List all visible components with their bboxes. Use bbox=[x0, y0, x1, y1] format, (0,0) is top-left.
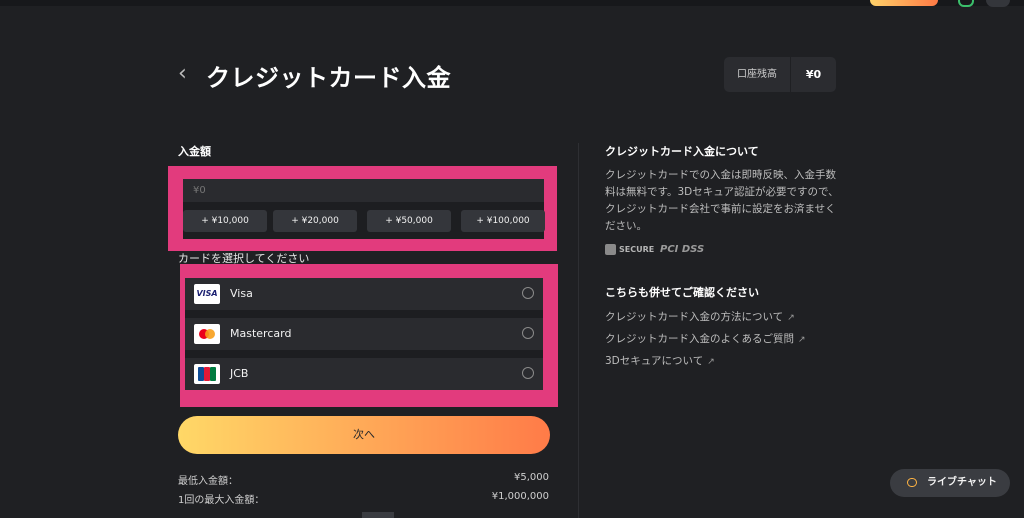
chat-bubble-icon bbox=[907, 478, 917, 487]
min-deposit-value: ¥5,000 bbox=[514, 472, 549, 483]
top-action-button[interactable] bbox=[870, 0, 938, 6]
mastercard-logo-icon bbox=[194, 324, 220, 344]
mastercard-circle-yellow bbox=[205, 329, 215, 339]
shield-icon bbox=[605, 244, 616, 255]
quick-add-20000-button[interactable]: + ¥20,000 bbox=[273, 210, 357, 232]
max-deposit-value: ¥1,000,000 bbox=[491, 491, 549, 502]
column-divider bbox=[578, 143, 579, 518]
jcb-logo-icon bbox=[194, 364, 220, 384]
card-name: JCB bbox=[230, 367, 249, 380]
radio-jcb[interactable] bbox=[522, 367, 534, 379]
pci-dss-badge: PCI DSS bbox=[660, 244, 705, 255]
link-deposit-method[interactable]: クレジットカード入金の方法について ↗ bbox=[605, 309, 795, 324]
link-text: 3Dセキュアについて bbox=[605, 355, 704, 367]
live-chat-label: ライブチャット bbox=[927, 477, 997, 488]
radio-visa[interactable] bbox=[522, 287, 534, 299]
balance-value: ¥0 bbox=[805, 68, 822, 81]
amount-input[interactable] bbox=[183, 179, 544, 202]
balance-label: 口座残高 bbox=[737, 69, 777, 80]
live-chat-button[interactable]: ライブチャット bbox=[890, 469, 1010, 497]
info-title: クレジットカード入金について bbox=[605, 145, 759, 158]
card-option-mastercard[interactable]: Mastercard bbox=[185, 318, 543, 350]
max-deposit-label: 1回の最大入金額： bbox=[178, 495, 265, 506]
scroll-handle[interactable] bbox=[362, 512, 394, 518]
link-deposit-faq[interactable]: クレジットカード入金のよくあるご質問 ↗ bbox=[605, 331, 806, 346]
card-option-jcb[interactable]: JCB bbox=[185, 358, 543, 390]
amount-section: + ¥10,000 + ¥20,000 + ¥50,000 + ¥100,000 bbox=[183, 179, 545, 239]
card-option-visa[interactable]: VISA Visa bbox=[185, 278, 543, 310]
external-link-icon: ↗ bbox=[707, 357, 715, 367]
external-link-icon: ↗ bbox=[798, 335, 806, 345]
info-body: クレジットカードでの入金は即時反映、入金手数料は無料です。3Dセキュア認証が必要… bbox=[605, 169, 839, 232]
user-menu-icon[interactable] bbox=[986, 0, 1010, 7]
balance-display: 口座残高 ¥0 bbox=[724, 57, 836, 92]
chevron-left-icon[interactable]: ‹ bbox=[178, 62, 187, 86]
quick-add-10000-button[interactable]: + ¥10,000 bbox=[183, 210, 267, 232]
link-text: クレジットカード入金のよくあるご質問 bbox=[605, 333, 794, 345]
next-button[interactable]: 次へ bbox=[178, 416, 550, 454]
page-title: クレジットカード入金 bbox=[206, 64, 451, 92]
quick-add-100000-button[interactable]: + ¥100,000 bbox=[461, 210, 545, 232]
card-name: Visa bbox=[230, 287, 253, 300]
secure-badge: SECURE bbox=[605, 243, 654, 257]
visa-logo-icon: VISA bbox=[194, 284, 220, 304]
jcb-bar-green bbox=[210, 367, 216, 381]
secure-badge-text: SECURE bbox=[619, 245, 655, 254]
radio-mastercard[interactable] bbox=[522, 327, 534, 339]
visa-logo-text: VISA bbox=[196, 289, 218, 298]
min-deposit-label: 最低入金額： bbox=[178, 476, 238, 487]
amount-label: 入金額 bbox=[178, 145, 211, 158]
external-link-icon: ↗ bbox=[787, 313, 795, 323]
link-3d-secure[interactable]: 3Dセキュアについて ↗ bbox=[605, 353, 715, 368]
card-name: Mastercard bbox=[230, 327, 292, 340]
card-list: VISA Visa Mastercard JCB bbox=[185, 278, 543, 390]
see-also-title: こちらも併せてご確認ください bbox=[605, 286, 759, 299]
link-text: クレジットカード入金の方法について bbox=[605, 311, 784, 323]
quick-add-50000-button[interactable]: + ¥50,000 bbox=[367, 210, 451, 232]
